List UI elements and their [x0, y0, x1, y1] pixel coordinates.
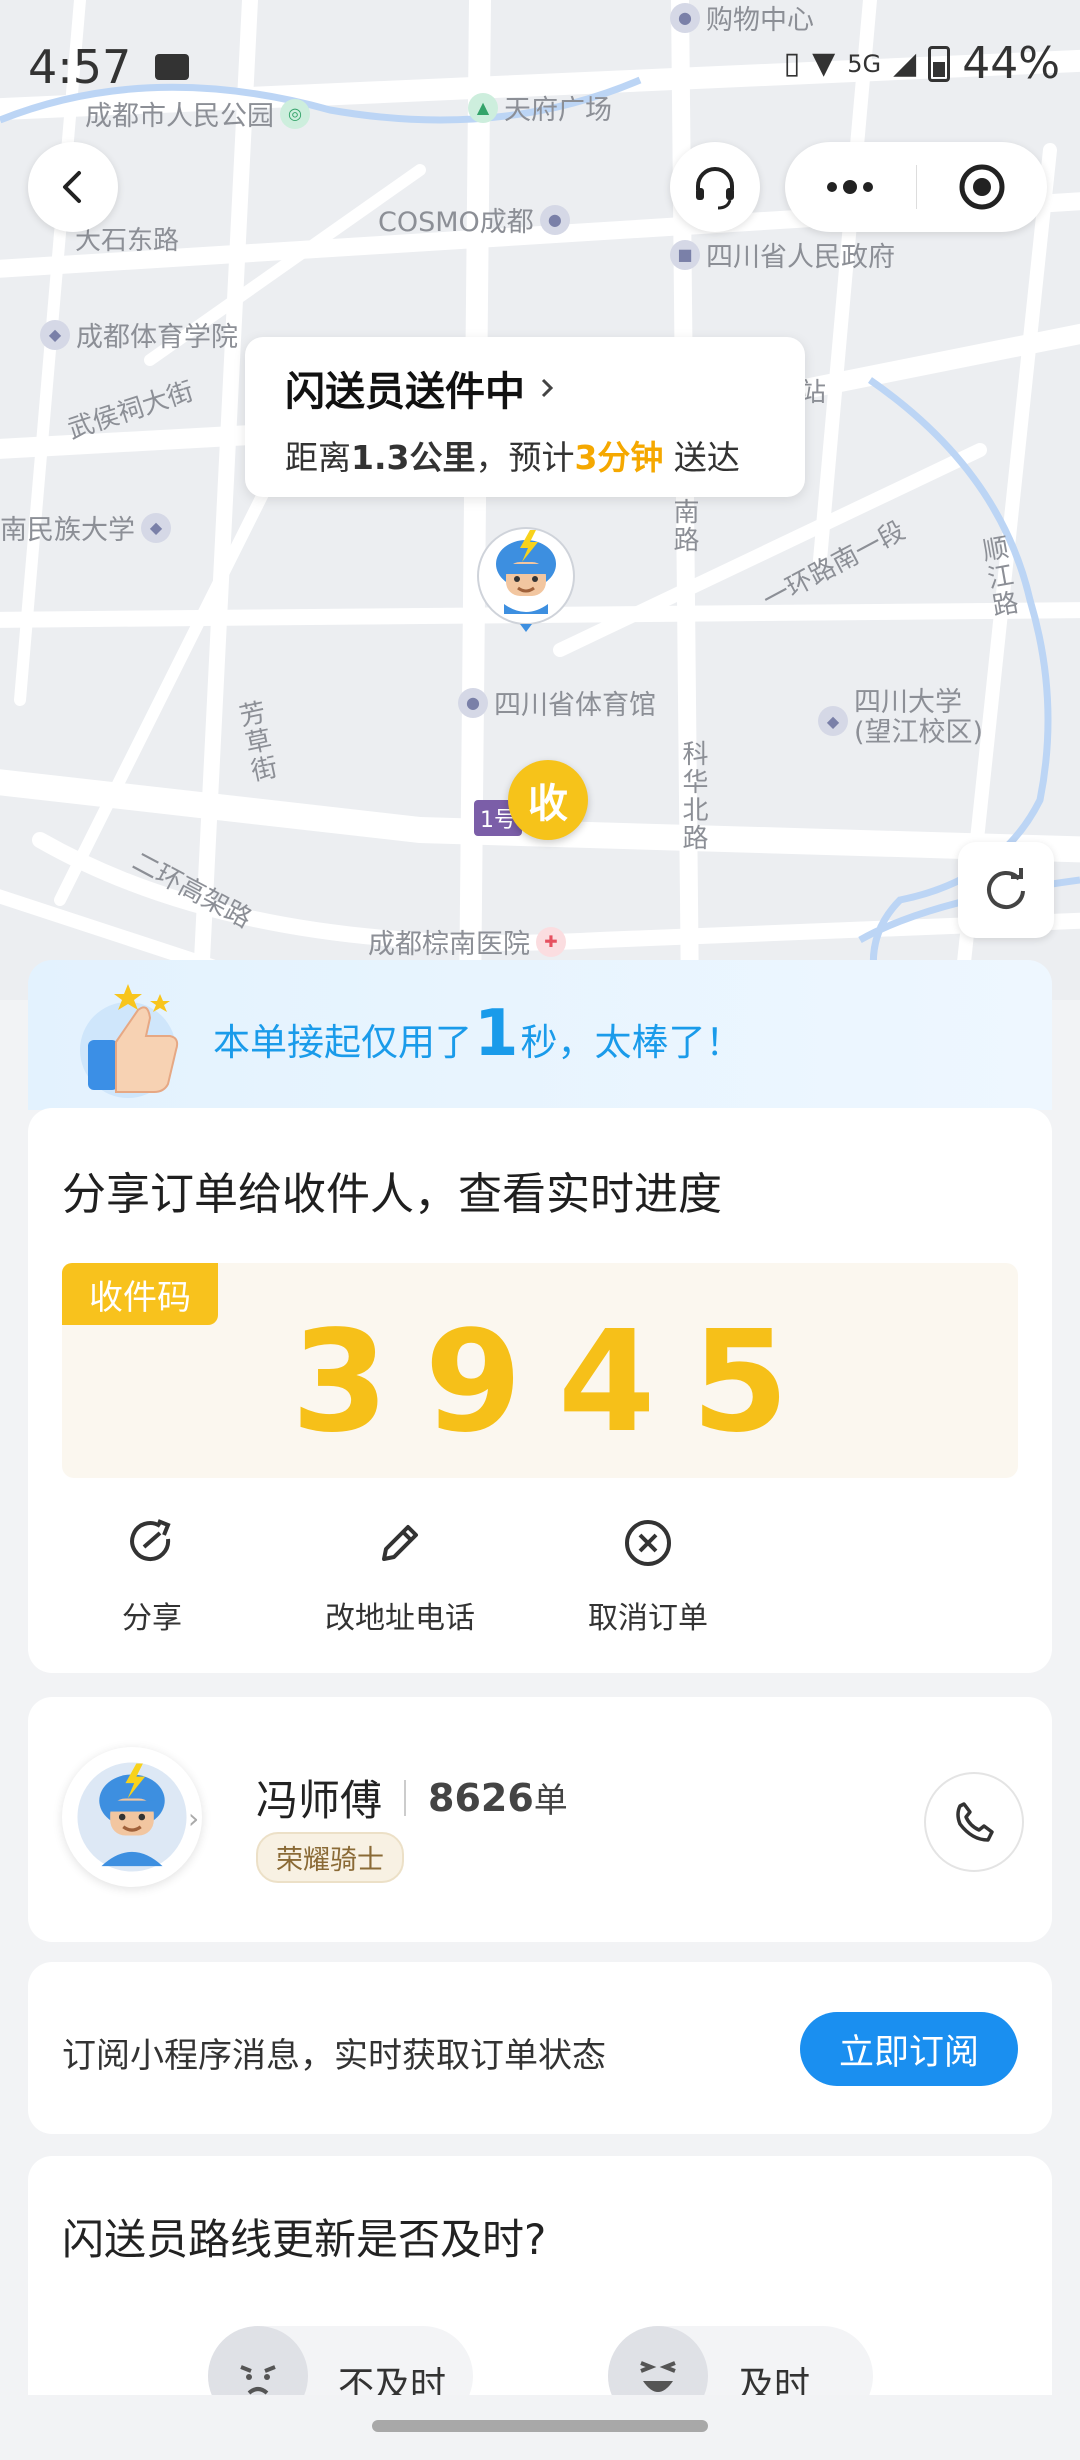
- rider-marker-icon: [477, 527, 575, 632]
- delivery-status-title: 闪送员送件中: [285, 359, 765, 417]
- rider-badge: 荣耀骑士: [256, 1832, 404, 1883]
- signal-icon: ◢: [893, 46, 917, 81]
- call-rider-button[interactable]: [924, 1772, 1024, 1872]
- customer-service-button[interactable]: [670, 142, 760, 232]
- more-button[interactable]: [785, 142, 916, 232]
- rider-order-unit: 单: [533, 1781, 568, 1821]
- chevron-left-icon: [63, 171, 81, 203]
- road-nanlu: 南路: [669, 498, 699, 554]
- miniprogram-capsule: [785, 142, 1047, 232]
- distance-value: 1.3公里: [351, 438, 476, 477]
- praise-suffix: 秒，太棒了！: [520, 1021, 743, 1064]
- rider-order-count: 8626: [428, 1775, 534, 1820]
- target-icon: [959, 164, 1005, 210]
- cancel-circle-icon: [625, 1520, 671, 1566]
- cancel-order-button[interactable]: 取消订单: [548, 1513, 748, 1637]
- subscribe-text: 订阅小程序消息，实时获取订单状态: [62, 2036, 606, 2076]
- edit-address-phone-label: 改地址电话: [325, 1601, 475, 1636]
- road-kehua: 科华北路: [678, 740, 708, 852]
- eta-value: 3分钟: [574, 438, 664, 477]
- delivery-eta: 距离1.3公里，预计3分钟 送达: [285, 431, 765, 479]
- divider: [404, 1779, 407, 1816]
- order-actions: 分享 改地址电话 取消订单: [28, 1513, 1052, 1636]
- pickup-code: 3945: [291, 1301, 825, 1464]
- status-title-text: 闪送员送件中: [285, 369, 525, 415]
- pickup-code-box: 收件码 3945: [62, 1263, 1018, 1478]
- praise-banner: 本单接起仅用了 1 秒，太棒了！: [28, 960, 1052, 1110]
- survey-question: 闪送员路线更新是否及时?: [62, 2215, 547, 2264]
- vibrate-icon: ▯: [783, 46, 801, 81]
- poi-scu: ◆ 四川大学 (望江校区): [818, 688, 983, 747]
- thumbs-up-icon: [68, 980, 198, 1100]
- refresh-icon: [987, 868, 1025, 909]
- share-icon: [130, 1519, 171, 1562]
- back-button[interactable]: [28, 142, 118, 232]
- praise-prefix: 本单接起仅用了: [213, 1021, 472, 1064]
- poi-sport-school: ◆ 成都体育学院: [40, 315, 238, 354]
- receiver-marker-label: 收: [508, 760, 588, 840]
- rider-avatar[interactable]: [62, 1747, 202, 1887]
- cancel-order-label: 取消订单: [588, 1601, 708, 1636]
- status-time: 4:57: [28, 40, 132, 94]
- poi-hospital: 成都棕南医院 ✚: [368, 922, 566, 961]
- chevron-right-icon: ›: [188, 1802, 200, 1835]
- network-type: 5G: [847, 49, 882, 78]
- wifi-icon: ▼: [812, 46, 836, 81]
- pickup-code-card: 分享订单给收件人，查看实时进度 收件码 3945 分享 改地址电话 取消订单: [28, 1108, 1052, 1673]
- receiver-map-marker[interactable]: 收: [508, 760, 590, 850]
- more-dots-icon: [827, 180, 874, 194]
- rider-avatar-icon: [77, 1762, 187, 1872]
- home-indicator[interactable]: [372, 2420, 708, 2432]
- distance-prefix: 距离: [285, 438, 351, 477]
- subscribe-button[interactable]: 立即订阅: [800, 2012, 1018, 2086]
- eta-suffix: 送达: [663, 438, 740, 477]
- status-icons: ▯ ▼ 5G ◢ 44%: [784, 38, 1060, 89]
- status-bar: 4:57 ▯ ▼ 5G ◢ 44%: [0, 0, 1080, 130]
- praise-text: 本单接起仅用了 1 秒，太棒了！: [213, 1002, 743, 1066]
- poi-gov: ■ 四川省人民政府: [670, 235, 895, 274]
- rider-card: › 冯师傅 8626 单 荣耀骑士: [28, 1697, 1052, 1942]
- pencil-icon: [382, 1525, 418, 1561]
- subscribe-card: 订阅小程序消息，实时获取订单状态 立即订阅: [28, 1962, 1052, 2134]
- share-title: 分享订单给收件人，查看实时进度: [62, 1169, 722, 1220]
- rider-name: 冯师傅: [256, 1776, 383, 1825]
- refresh-location-button[interactable]: [958, 842, 1054, 938]
- poi-stadium: ● 四川省体育馆: [458, 683, 656, 722]
- battery-icon: [928, 45, 951, 82]
- poi-minzu: 南民族大学 ◆: [0, 508, 171, 547]
- poi-cosmo: COSMO成都 ●: [378, 200, 570, 239]
- eta-prefix: ，预计: [475, 438, 575, 477]
- chevron-right-icon: [541, 378, 554, 398]
- delivery-status-bubble[interactable]: 闪送员送件中 距离1.3公里，预计3分钟 送达: [245, 337, 805, 497]
- phone-icon: [956, 1802, 994, 1842]
- rider-map-marker[interactable]: [474, 524, 578, 634]
- praise-seconds: 1: [474, 997, 519, 1071]
- edit-address-phone-button[interactable]: 改地址电话: [300, 1513, 500, 1637]
- headset-icon: [696, 167, 734, 210]
- battery-percent: 44%: [962, 38, 1060, 89]
- share-button[interactable]: 分享: [52, 1513, 252, 1637]
- rider-info: 冯师傅 8626 单: [256, 1767, 568, 1828]
- share-label: 分享: [122, 1601, 182, 1636]
- close-miniprogram-button[interactable]: [917, 142, 1048, 232]
- message-notification-icon: [155, 54, 189, 80]
